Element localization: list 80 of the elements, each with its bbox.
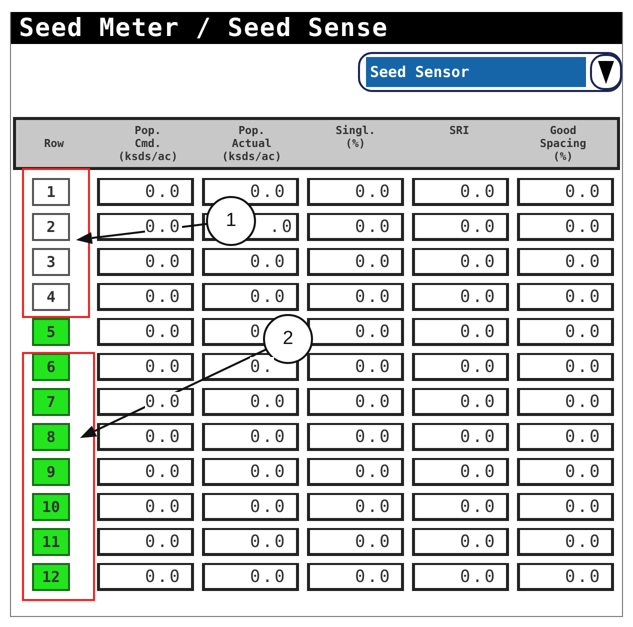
value-cell: 0.0 (202, 528, 299, 556)
value-cell: 0.0 (202, 563, 299, 591)
value-cell: 0.0 (202, 283, 299, 311)
column-header: Pop. Cmd. (ksds/ac) (117, 124, 179, 163)
value-cell: 0.0 (517, 213, 614, 241)
value-cell: 0.0 (97, 353, 194, 381)
value-cell: 0.0 (307, 178, 404, 206)
row-number: 12 (32, 563, 70, 591)
value-cell: 0.0 (517, 423, 614, 451)
row-number: 11 (32, 528, 70, 556)
triangle-down-icon (598, 59, 614, 85)
value-cell: 0.0 (412, 353, 509, 381)
value-cell: 0.0 (97, 283, 194, 311)
value-cell: 0.0 (97, 458, 194, 486)
value-cell: 0.0 (97, 528, 194, 556)
value-cell: 0.0 (412, 423, 509, 451)
value-cell: 0.0 (97, 423, 194, 451)
dropdown-value: Seed Sensor (366, 57, 586, 87)
value-cell: 0.0 (97, 493, 194, 521)
value-cell: 0.0 (412, 528, 509, 556)
column-header: Singl. (%) (334, 124, 376, 150)
dropdown-toggle[interactable] (590, 54, 622, 90)
row-number: 1 (32, 178, 70, 206)
row-number: 2 (32, 213, 70, 241)
value-cell: 0.0 (517, 178, 614, 206)
value-cell: 0.0 (202, 423, 299, 451)
value-cell: 0.0 (307, 318, 404, 346)
column-header: Good Spacing (%) (538, 124, 588, 163)
value-cell: 0.0 (202, 388, 299, 416)
value-cell: 0.0 (307, 353, 404, 381)
row-number: 10 (32, 493, 70, 521)
row-number: 3 (32, 248, 70, 276)
value-cell: 0.0 (412, 213, 509, 241)
screen-title: Seed Meter / Seed Sense (11, 12, 622, 44)
value-cell: 0.0 (307, 388, 404, 416)
row-number: 4 (32, 283, 70, 311)
value-cell: 0.0 (202, 248, 299, 276)
value-cell: 0.0 (97, 318, 194, 346)
row-number: 8 (32, 423, 70, 451)
value-cell: 0.0 (202, 458, 299, 486)
value-cell: 0.0 (412, 248, 509, 276)
value-cell: 0.0 (412, 178, 509, 206)
value-cell: 0.0 (307, 213, 404, 241)
value-cell: 0.0 (517, 563, 614, 591)
row-number: 9 (32, 458, 70, 486)
value-cell: 0.0 (307, 248, 404, 276)
column-header: Row (43, 137, 65, 150)
value-cell: 0.0 (97, 563, 194, 591)
value-cell: 0.0 (517, 283, 614, 311)
value-cell: 0.0 (307, 493, 404, 521)
value-cell: 0.0 (97, 178, 194, 206)
value-cell: 0.0 (412, 458, 509, 486)
value-cell: 0.0 (97, 213, 194, 241)
value-cell: 0.0 (97, 388, 194, 416)
value-cell: 0.0 (517, 388, 614, 416)
value-cell: 0.0 (202, 493, 299, 521)
column-header: SRI (448, 124, 470, 137)
row-number: 7 (32, 388, 70, 416)
value-cell: 0.0 (97, 248, 194, 276)
value-cell: 0.0 (307, 563, 404, 591)
value-cell: 0.0 (517, 458, 614, 486)
value-cell: 0.0 (412, 388, 509, 416)
value-cell: 0.0 (307, 423, 404, 451)
row-number: 6 (32, 353, 70, 381)
value-cell: 0.0 (517, 493, 614, 521)
value-cell: 0.0 (412, 563, 509, 591)
column-header: Pop. Actual (ksds/ac) (220, 124, 282, 163)
value-cell: 0.0 (517, 528, 614, 556)
sensor-dropdown[interactable]: Seed Sensor (358, 52, 622, 92)
value-cell: 0.0 (307, 283, 404, 311)
value-cell: 0.0 (517, 318, 614, 346)
value-cell: 0.0 (517, 353, 614, 381)
value-cell: 0.0 (412, 493, 509, 521)
value-cell: 0.0 (307, 528, 404, 556)
value-cell: 0.0 (202, 178, 299, 206)
value-cell: 0.0 (412, 318, 509, 346)
row-number: 5 (32, 318, 70, 346)
value-cell: 0.0 (307, 458, 404, 486)
value-cell: 0.0 (412, 283, 509, 311)
value-cell: 0.0 (517, 248, 614, 276)
